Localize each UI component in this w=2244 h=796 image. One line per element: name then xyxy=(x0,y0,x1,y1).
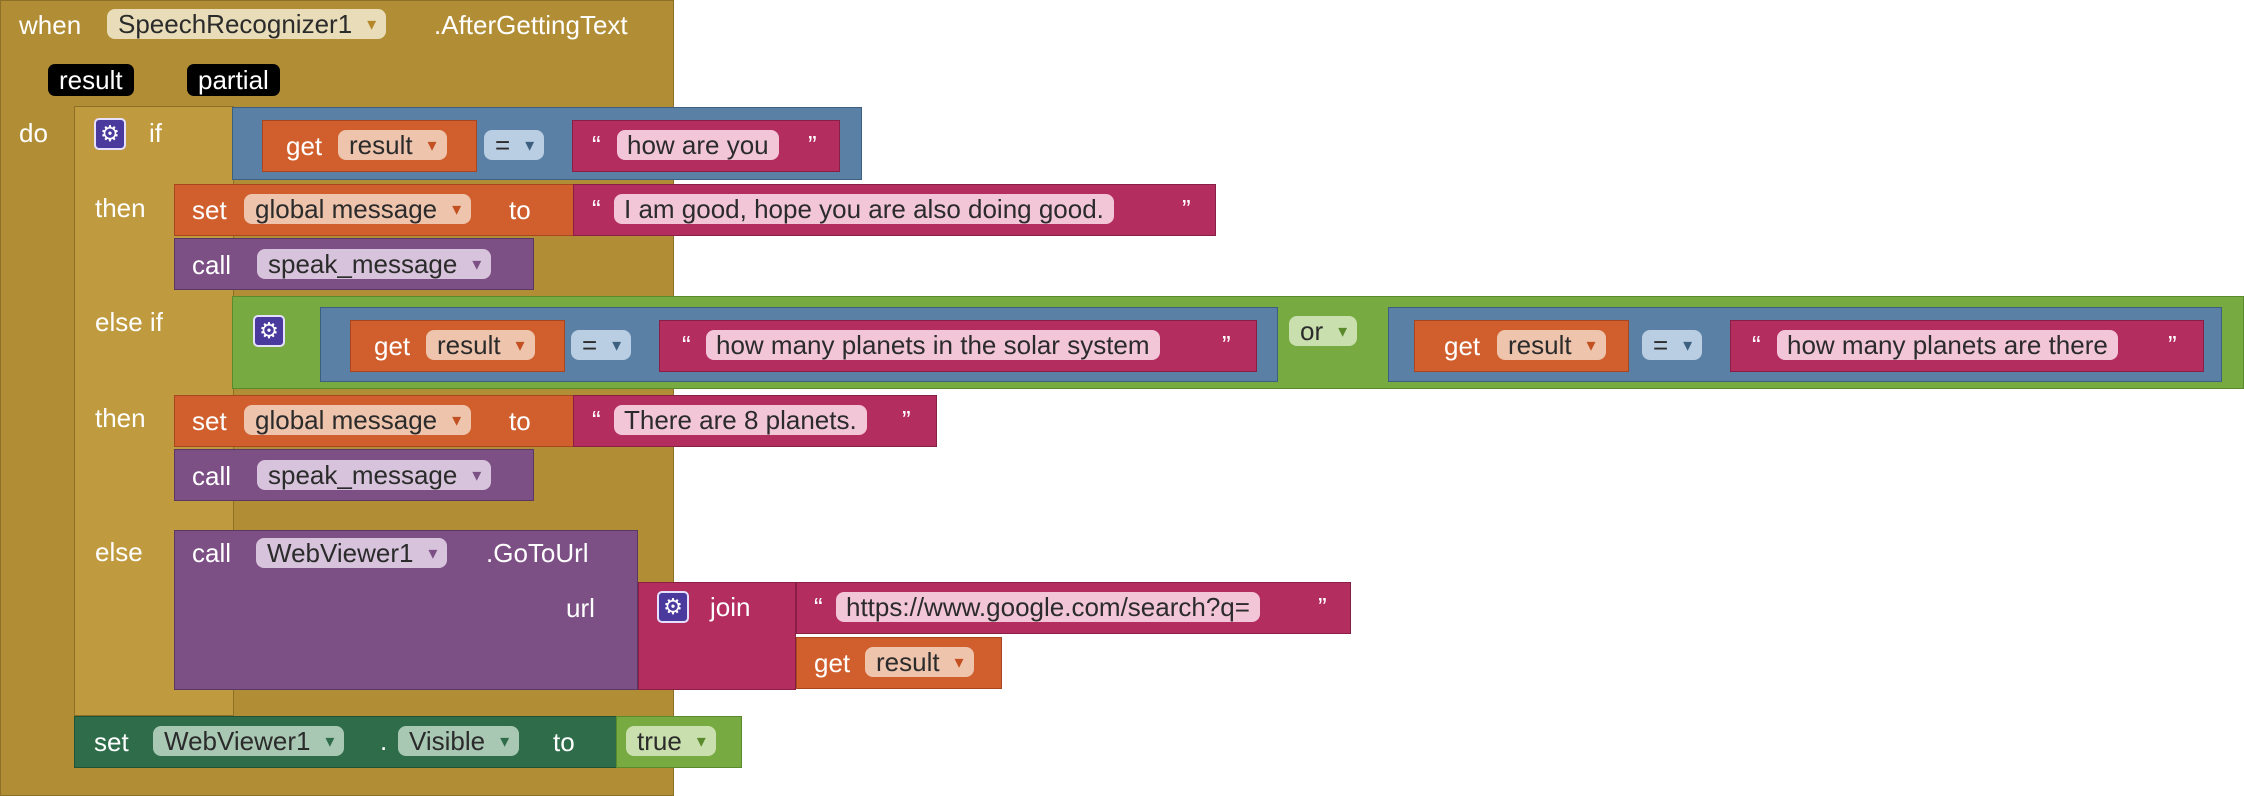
quote-close: ” xyxy=(1318,592,1327,622)
variable-dropdown-global-message[interactable]: global message xyxy=(244,194,472,224)
text-value[interactable]: how many planets are there xyxy=(1777,330,2118,360)
quote-open: “ xyxy=(682,330,691,360)
component-dropdown-webviewer[interactable]: WebViewer1 xyxy=(256,538,448,568)
event-name-label: .AfterGettingText xyxy=(434,10,628,40)
param-result[interactable]: result xyxy=(48,64,134,96)
procedure-dropdown[interactable]: speak_message xyxy=(257,249,492,279)
boolean-dropdown[interactable]: true xyxy=(626,726,716,756)
variable-dropdown-result[interactable]: result xyxy=(1497,330,1606,360)
quote-open: “ xyxy=(1752,330,1761,360)
get-label: get xyxy=(814,648,851,678)
text-value[interactable]: https://www.google.com/search?q= xyxy=(836,592,1260,622)
quote-open: “ xyxy=(592,194,601,224)
quote-close: ” xyxy=(2168,330,2177,360)
param-partial[interactable]: partial xyxy=(187,64,280,96)
then-label-1: then xyxy=(95,193,146,223)
set-label: set xyxy=(192,195,227,225)
else-label: else xyxy=(95,537,143,567)
else-if-label: else if xyxy=(95,307,163,337)
call-label: call xyxy=(192,461,232,491)
or-dropdown[interactable]: or xyxy=(1289,316,1358,346)
variable-dropdown-result[interactable]: result xyxy=(426,330,535,360)
quote-close: ” xyxy=(902,405,911,435)
component-dropdown-webviewer[interactable]: WebViewer1 xyxy=(153,726,345,756)
mutator-gear-icon[interactable]: ⚙ xyxy=(253,315,285,347)
set-label: set xyxy=(94,727,129,757)
to-label: to xyxy=(509,195,531,225)
when-label: when xyxy=(19,10,82,40)
operator-dropdown[interactable]: = xyxy=(1642,330,1703,360)
workspace-background xyxy=(674,0,2244,100)
quote-open: “ xyxy=(592,405,601,435)
quote-close: ” xyxy=(1222,330,1231,360)
property-dropdown-visible[interactable]: Visible xyxy=(398,726,520,756)
text-value[interactable]: There are 8 planets. xyxy=(614,405,867,435)
text-value[interactable]: I am good, hope you are also doing good. xyxy=(614,194,1114,224)
component-dropdown-speechrecognizer[interactable]: SpeechRecognizer1 xyxy=(107,9,387,39)
to-label: to xyxy=(553,727,575,757)
mutator-gear-icon[interactable]: ⚙ xyxy=(94,118,126,150)
get-label: get xyxy=(286,131,323,161)
join-label: join xyxy=(710,592,751,622)
set-label: set xyxy=(192,406,227,436)
url-label: url xyxy=(566,593,595,623)
variable-dropdown-global-message[interactable]: global message xyxy=(244,405,472,435)
call-label: call xyxy=(192,538,232,568)
dot-label: . xyxy=(380,726,388,756)
operator-dropdown[interactable]: = xyxy=(571,330,632,360)
quote-close: ” xyxy=(808,130,817,160)
mutator-gear-icon[interactable]: ⚙ xyxy=(657,591,689,623)
text-value[interactable]: how many planets in the solar system xyxy=(706,330,1160,360)
text-value[interactable]: how are you xyxy=(617,130,779,160)
method-label: .GoToUrl xyxy=(486,538,589,568)
quote-close: ” xyxy=(1182,194,1191,224)
variable-dropdown-result[interactable]: result xyxy=(865,647,974,677)
procedure-dropdown[interactable]: speak_message xyxy=(257,460,492,490)
get-label: get xyxy=(1444,331,1481,361)
do-label: do xyxy=(19,118,48,148)
then-label-2: then xyxy=(95,403,146,433)
operator-dropdown[interactable]: = xyxy=(484,130,545,160)
quote-open: “ xyxy=(592,130,601,160)
call-label: call xyxy=(192,250,232,280)
get-label: get xyxy=(374,331,411,361)
quote-open: “ xyxy=(814,592,823,622)
to-label: to xyxy=(509,406,531,436)
variable-dropdown-result[interactable]: result xyxy=(338,130,447,160)
if-label: if xyxy=(149,118,162,148)
